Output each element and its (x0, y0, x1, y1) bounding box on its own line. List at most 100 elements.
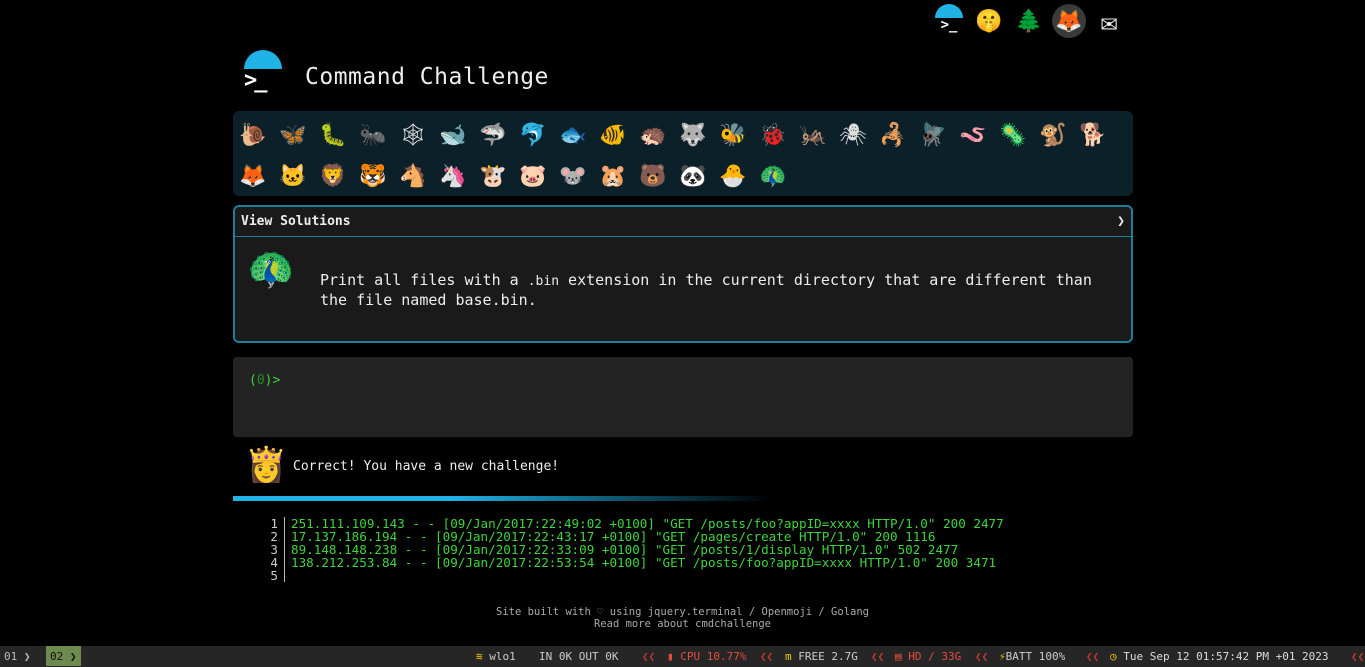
evergreen-tree-icon[interactable]: 🌲 (1012, 4, 1046, 38)
animal-row-1: 🐌 🦋 🐛 🐜 🕸 🐋 🦈 🐬 🐟 🐠 🦔 🐺 🐝 🐞 🦗 🕷 🦂 🪰 🪱 🦠 🐒 🐕 (233, 115, 1133, 156)
prompt-count: 0 (256, 373, 265, 388)
disk-status: ▤ HD / 33G (895, 646, 961, 667)
animal-challenge-icon[interactable]: 🐠 (593, 116, 633, 156)
challenge-body: 🦚 Print all files with a .bin extension … (235, 237, 1131, 337)
separator-icon: ❮❮ (642, 650, 656, 663)
animal-challenge-icon[interactable]: 🐋 (433, 116, 473, 156)
file-listing: 1 251.111.109.143 - - [09/Jan/2017:22:49:… (233, 517, 1004, 582)
memory-status: m FREE 2.7G (785, 646, 858, 667)
animal-challenge-icon[interactable]: 🐮 (473, 157, 513, 197)
wifi-icon: ≋ (476, 650, 483, 663)
separator-icon: ❮❮ (871, 650, 885, 663)
challenge-text-start: Print all files with a (320, 271, 528, 289)
animal-challenge-icon[interactable]: 🦗 (793, 116, 833, 156)
challenge-animal-grid: 🐌 🦋 🐛 🐜 🕸 🐋 🦈 🐬 🐟 🐠 🦔 🐺 🐝 🐞 🦗 🕷 🦂 🪰 🪱 🦠 🐒 🐕 🦊 🐱 🦁 🐯 🐴 🦄 🐮 🐷 🐭 🐹 🐻 🐼 🐣 🦚 (233, 111, 1133, 196)
animal-challenge-icon[interactable]: 🦋 (273, 116, 313, 156)
footer: Site built with ♡ using jquery.terminal … (0, 606, 1365, 630)
animal-row-2: 🦊 🐱 🦁 🐯 🐴 🦄 🐮 🐷 🐭 🐹 🐻 🐼 🐣 🦚 (233, 156, 1133, 197)
separator-icon: ❮❮ (760, 650, 774, 663)
chevron-right-icon: ❯ (23, 650, 31, 663)
animal-challenge-icon[interactable]: 🦚 (753, 157, 793, 197)
status-bar: 01 ❯ 02 ❯ ≋ wlo1 IN 0K OUT 0K ❮❮ ▮ CPU 1… (0, 646, 1365, 667)
terminal-glyph: >_ (940, 17, 958, 33)
battery-value: BATT 100% (1005, 650, 1066, 663)
animal-challenge-icon[interactable]: 🦠 (993, 116, 1033, 156)
network-traffic: IN 0K OUT 0K (539, 650, 619, 663)
challenge-description: Print all files with a .bin extension in… (320, 271, 1100, 309)
animal-challenge-icon[interactable]: 🦊 (233, 157, 273, 197)
footer-credits-links[interactable]: using jquery.terminal / Openmoji / Golan… (603, 606, 869, 618)
animal-challenge-icon[interactable]: 🐕 (1073, 116, 1113, 156)
prompt-close: )> (264, 373, 281, 388)
animal-challenge-icon[interactable]: 🕷 (833, 116, 873, 156)
listing-line: 5 (233, 569, 1004, 582)
memory-value: FREE 2.7G (798, 650, 858, 663)
memory-icon: m (785, 650, 792, 663)
chevron-right-icon: ❯ (69, 650, 77, 663)
animal-challenge-icon[interactable]: 🐭 (553, 157, 593, 197)
animal-challenge-icon[interactable]: 🐌 (233, 116, 273, 156)
listing-line: 4 138.212.253.84 - - [09/Jan/2017:22:53:5… (233, 556, 1004, 569)
animal-challenge-icon[interactable]: 🐟 (553, 116, 593, 156)
workspace-1[interactable]: 01 ❯ (4, 646, 31, 667)
view-solutions-toggle[interactable]: View Solutions ❯ (235, 207, 1131, 237)
network-interface: wlo1 (489, 650, 516, 663)
terminal-arc (935, 4, 963, 18)
animal-challenge-icon[interactable]: 🪱 (953, 116, 993, 156)
gitlab-icon[interactable]: 🦊 (1052, 4, 1086, 38)
logo: >_ (240, 50, 284, 94)
animal-challenge-icon[interactable]: 🪰 (913, 116, 953, 156)
animal-challenge-icon[interactable]: 🐱 (273, 157, 313, 197)
animal-challenge-icon[interactable]: 🐹 (593, 157, 633, 197)
read-more-link[interactable]: Read more about cmdchallenge (0, 618, 1365, 630)
workspace-2[interactable]: 02 ❯ (46, 646, 81, 666)
peacock-icon: 🦚 (247, 247, 295, 291)
cpu-icon: ▮ (667, 650, 674, 663)
footer-text-start: Site built with (496, 606, 598, 618)
princess-mascot-icon: 👸 (245, 445, 288, 485)
animal-challenge-icon[interactable]: 🐷 (513, 157, 553, 197)
terminal-input[interactable]: (0)> (233, 357, 1133, 437)
animal-challenge-icon[interactable]: 🐬 (513, 116, 553, 156)
view-solutions-label: View Solutions (241, 214, 351, 229)
clock-icon: ◷ (1110, 650, 1117, 663)
cpu-status: ▮ CPU 10.77% (667, 646, 746, 667)
separator-icon: ❮❮ (1351, 650, 1365, 663)
animal-challenge-icon[interactable]: 🐼 (673, 157, 713, 197)
animal-challenge-icon[interactable]: 🐝 (713, 116, 753, 156)
animal-challenge-icon[interactable]: 🐒 (1033, 116, 1073, 156)
animal-challenge-icon[interactable]: 🐜 (353, 116, 393, 156)
animal-challenge-icon[interactable]: 🕸 (393, 116, 433, 156)
challenge-panel: View Solutions ❯ 🦚 Print all files with … (233, 205, 1133, 343)
battery-status: ⚡BATT 100% (999, 646, 1065, 667)
animal-challenge-icon[interactable]: 🐞 (753, 116, 793, 156)
animal-challenge-icon[interactable]: 🦔 (633, 116, 673, 156)
logo-prompt-icon: >_ (244, 68, 267, 93)
line-text: 138.212.253.84 - - [09/Jan/2017:22:53:54… (291, 555, 997, 570)
terminal-icon[interactable]: >_ (932, 4, 966, 38)
animal-challenge-icon[interactable]: 🦄 (433, 157, 473, 197)
separator-icon: ❮❮ (975, 650, 989, 663)
shushing-face-icon[interactable]: 🤫 (972, 4, 1006, 38)
animal-challenge-icon[interactable]: 🦈 (473, 116, 513, 156)
animal-challenge-icon[interactable]: 🐺 (673, 116, 713, 156)
prompt-open: ( (249, 373, 257, 388)
animal-challenge-icon[interactable]: 🦁 (313, 157, 353, 197)
line-text (285, 569, 291, 582)
animal-challenge-icon[interactable]: 🐣 (713, 157, 753, 197)
cpu-value: CPU 10.77% (680, 650, 747, 663)
line-number: 5 (233, 569, 285, 582)
animal-challenge-icon[interactable]: 🐻 (633, 157, 673, 197)
page-title: Command Challenge (305, 64, 549, 90)
envelope-icon[interactable]: ✉ (1092, 4, 1126, 38)
battery-icon: ⚡ (999, 650, 1006, 663)
clock: ◷ Tue Sep 12 01:57:42 PM +01 2023 (1110, 646, 1329, 667)
animal-challenge-icon[interactable]: 🐴 (393, 157, 433, 197)
animal-challenge-icon[interactable]: 🐯 (353, 157, 393, 197)
animal-challenge-icon[interactable]: 🐛 (313, 116, 353, 156)
separator-icon: ❮❮ (1086, 650, 1100, 663)
result-message: 👸 Correct! You have a new challenge! (233, 445, 1133, 493)
workspace-1-label: 01 (4, 650, 18, 663)
animal-challenge-icon[interactable]: 🦂 (873, 116, 913, 156)
clock-value: Tue Sep 12 01:57:42 PM +01 2023 (1123, 650, 1329, 663)
